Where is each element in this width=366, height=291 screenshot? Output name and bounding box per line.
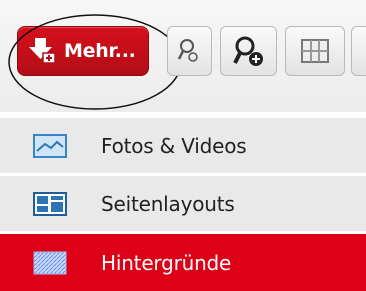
search-small-button[interactable] bbox=[167, 26, 212, 76]
menu-item-label: Fotos & Videos bbox=[101, 133, 247, 158]
grid-icon bbox=[301, 39, 329, 63]
photo-landscape-icon bbox=[33, 133, 67, 158]
menu-item-label: Hintergründe bbox=[101, 250, 232, 275]
zoom-in-button[interactable] bbox=[220, 26, 277, 76]
zoom-in-icon bbox=[232, 36, 263, 66]
layout-icon bbox=[33, 191, 67, 216]
menu-item-label: Seitenlayouts bbox=[101, 191, 235, 216]
search-small-icon bbox=[177, 39, 198, 62]
pattern-icon bbox=[33, 251, 67, 274]
more-tools-button[interactable] bbox=[351, 26, 366, 76]
toolbar: Mehr... bbox=[0, 0, 366, 112]
menu-item-fotos-videos[interactable]: Fotos & Videos bbox=[0, 118, 366, 173]
grid-view-button[interactable] bbox=[285, 26, 345, 76]
menu-item-hintergruende[interactable]: Hintergründe bbox=[0, 234, 366, 291]
menu-item-seitenlayouts[interactable]: Seitenlayouts bbox=[0, 176, 366, 231]
highlight-circle bbox=[8, 14, 182, 110]
